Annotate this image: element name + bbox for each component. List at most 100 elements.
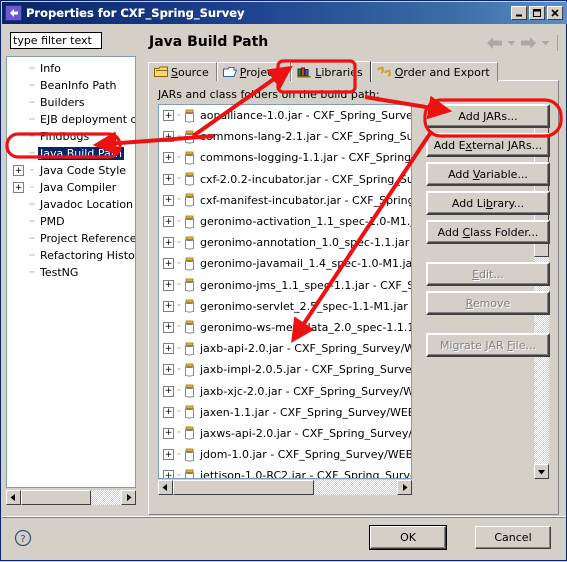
tree-line: ·· (176, 174, 182, 185)
tree-hscroll-left-button[interactable] (6, 490, 21, 505)
tree-item-beaninfo-path[interactable]: ··· BeanInfo Path (7, 77, 135, 94)
tree-line: ··· (28, 97, 36, 108)
tree-hscroll-track[interactable] (21, 490, 121, 505)
expand-icon[interactable]: + (163, 279, 174, 291)
tree-item-project-references[interactable]: ··· Project References (7, 230, 135, 247)
jar-list-item[interactable]: + ·· jaxb-xjc-2.0.jar - CXF_Spring_Survey/… (159, 380, 411, 401)
tree-line: ·· (176, 449, 182, 460)
expand-icon[interactable]: + (163, 173, 174, 185)
jar-list-hscrollbar[interactable] (158, 480, 412, 495)
tree-line-spacer (13, 216, 24, 227)
page-title: Java Build Path (149, 34, 269, 50)
tree-item-builders[interactable]: ··· Builders (7, 94, 135, 111)
tree-line: ·· (176, 407, 182, 418)
expand-icon[interactable]: + (163, 427, 174, 439)
tree-hscroll-thumb[interactable] (21, 490, 91, 505)
forward-arrow-icon[interactable] (520, 36, 537, 50)
filter-input[interactable]: type filter text (10, 32, 102, 49)
expand-icon[interactable]: + (163, 321, 174, 333)
expand-icon[interactable]: + (163, 216, 174, 228)
jar-list[interactable]: + ·· aopalliance-1.0.jar - CXF_Spring_Surv… (158, 104, 412, 479)
jar-list-item[interactable]: + ·· aopalliance-1.0.jar - CXF_Spring_Surv… (159, 105, 411, 126)
jar-list-item[interactable]: +·· commons-lang-2.1.jar - CXF_Spring_Sur… (159, 126, 411, 147)
back-arrow-icon[interactable] (486, 36, 503, 50)
settings-tree[interactable]: ··· Info ··· BeanInfo Path ··· Builders ··· EJB… (6, 56, 136, 488)
jar-list-item[interactable]: + ·· geronimo-servlet_2.5_spec-1.1-M1.jar … (159, 296, 411, 317)
tree-item-pmd[interactable]: ··· PMD (7, 213, 135, 230)
tree-item-ejb-deployment-des[interactable]: ··· EJB deployment des (7, 111, 135, 128)
add-variable-button[interactable]: Add Variable... (426, 162, 550, 186)
jar-hscroll-thumb[interactable] (173, 480, 315, 495)
expand-icon[interactable]: + (163, 385, 174, 397)
expand-icon[interactable]: + (163, 470, 174, 478)
tab-order-and-export[interactable]: Order and Export (370, 62, 498, 81)
jar-list-item[interactable]: + ·· geronimo-annotation_1.0_spec-1.1.jar … (159, 232, 411, 253)
close-button[interactable] (547, 6, 563, 20)
tree-line: ·· (176, 322, 182, 333)
add-class-folder-button[interactable]: Add Class Folder... (426, 220, 550, 244)
expand-icon[interactable]: + (163, 364, 174, 376)
expand-icon[interactable]: + (13, 165, 24, 176)
tree-item-java-code-style[interactable]: + ·· Java Code Style (7, 162, 135, 179)
add-library-button[interactable]: Add Library... (426, 191, 550, 215)
tree-item-java-compiler[interactable]: + ·· Java Compiler (7, 179, 135, 196)
expand-icon[interactable]: + (163, 110, 174, 122)
tree-line-spacer (13, 267, 24, 278)
help-icon[interactable]: ? (14, 529, 32, 547)
jar-icon (183, 405, 196, 419)
expand-icon[interactable]: + (163, 258, 174, 270)
tree-item-info[interactable]: ··· Info (7, 60, 135, 77)
jar-list-item[interactable]: + ·· jettison-1.0-RC2.jar - CXF_Spring_Sur… (159, 465, 411, 478)
back-arrow-icon (5, 5, 22, 21)
jar-list-item[interactable]: +·· commons-logging-1.1.jar - CXF_Spring_… (159, 147, 411, 168)
jar-list-item[interactable]: + ·· jdom-1.0.jar - CXF_Spring_Survey/WEB-… (159, 444, 411, 465)
add-external-jars-button[interactable]: Add External JARs... (426, 133, 550, 157)
tree-hscroll-right-button[interactable] (121, 490, 136, 505)
add-jars-button[interactable]: Add JARs... (426, 104, 550, 128)
jar-list-item[interactable]: + ·· jaxen-1.1.jar - CXF_Spring_Survey/WEB… (159, 402, 411, 423)
expand-icon[interactable]: + (163, 131, 174, 143)
tree-item-javadoc-location[interactable]: ··· Javadoc Location (7, 196, 135, 213)
jar-list-item[interactable]: + ·· jaxws-api-2.0.jar - CXF_Spring_Survey… (159, 423, 411, 444)
expand-icon[interactable]: + (163, 343, 174, 355)
jar-list-item[interactable]: + ·· jaxb-impl-2.0.5.jar - CXF_Spring_Surv… (159, 359, 411, 380)
ok-button[interactable]: OK (369, 525, 447, 550)
tree-item-findbugs[interactable]: ··· Findbugs (7, 128, 135, 145)
vscroll-down-button[interactable] (534, 464, 549, 479)
expand-icon[interactable]: + (163, 194, 174, 206)
jar-list-item[interactable]: + ·· geronimo-javamail_1.4_spec-1.0-M1.jar… (159, 253, 411, 274)
jar-list-item[interactable]: + ·· jaxb-api-2.0.jar - CXF_Spring_Survey/… (159, 338, 411, 359)
expand-icon[interactable]: + (163, 237, 174, 249)
jar-hscroll-track[interactable] (173, 480, 397, 495)
jar-list-item[interactable]: + ·· cxf-2.0.2-incubator.jar - CXF_Spring_… (159, 169, 411, 190)
expand-icon[interactable]: + (163, 152, 174, 164)
tree-hscrollbar[interactable] (6, 490, 136, 505)
tab-source[interactable]: Source (148, 62, 217, 81)
jar-list-item[interactable]: +·· geronimo-jms_1.1_spec-1.1.jar - CXF_S… (159, 275, 411, 296)
jar-hscroll-right-button[interactable] (397, 480, 412, 495)
jar-list-item[interactable]: + ·· geronimo-ws-metadata_2.0_spec-1.1.1.j… (159, 317, 411, 338)
jar-list-item-label: aopalliance-1.0.jar - CXF_Spring_Survey/… (200, 109, 411, 123)
expand-icon[interactable]: + (13, 182, 24, 193)
jar-list-item[interactable]: + ·· cxf-manifest-incubator.jar - CXF_Spri… (159, 190, 411, 211)
jar-hscroll-left-button[interactable] (158, 480, 173, 495)
maximize-button[interactable] (529, 6, 545, 20)
tree-item-java-build-path[interactable]: ··· Java Build Path (7, 145, 135, 162)
expand-icon[interactable]: + (163, 406, 174, 418)
tab-label: Libraries (315, 65, 363, 79)
jar-list-item-label: jaxb-api-2.0.jar - CXF_Spring_Survey/WEB… (200, 342, 412, 356)
back-chevron-down-icon[interactable] (507, 40, 516, 46)
jar-list-item[interactable]: + ·· geronimo-activation_1.1_spec-1.0-M1.j… (159, 211, 411, 232)
tree-item-testng[interactable]: ··· TestNG (7, 264, 135, 281)
tree-line: ··· (28, 148, 36, 159)
tab-projects[interactable]: Projects (216, 62, 292, 81)
forward-chevron-down-icon[interactable] (541, 40, 550, 46)
expand-icon[interactable]: + (163, 300, 174, 312)
tree-line: ··· (28, 250, 36, 261)
minimize-button[interactable] (511, 6, 527, 20)
tree-item-refactoring-history[interactable]: ··· Refactoring History (7, 247, 135, 264)
expand-icon[interactable]: + (163, 449, 174, 461)
cancel-button[interactable]: Cancel (475, 526, 551, 549)
tab-libraries[interactable]: Libraries (291, 61, 371, 82)
tree-line: ·· (176, 237, 182, 248)
